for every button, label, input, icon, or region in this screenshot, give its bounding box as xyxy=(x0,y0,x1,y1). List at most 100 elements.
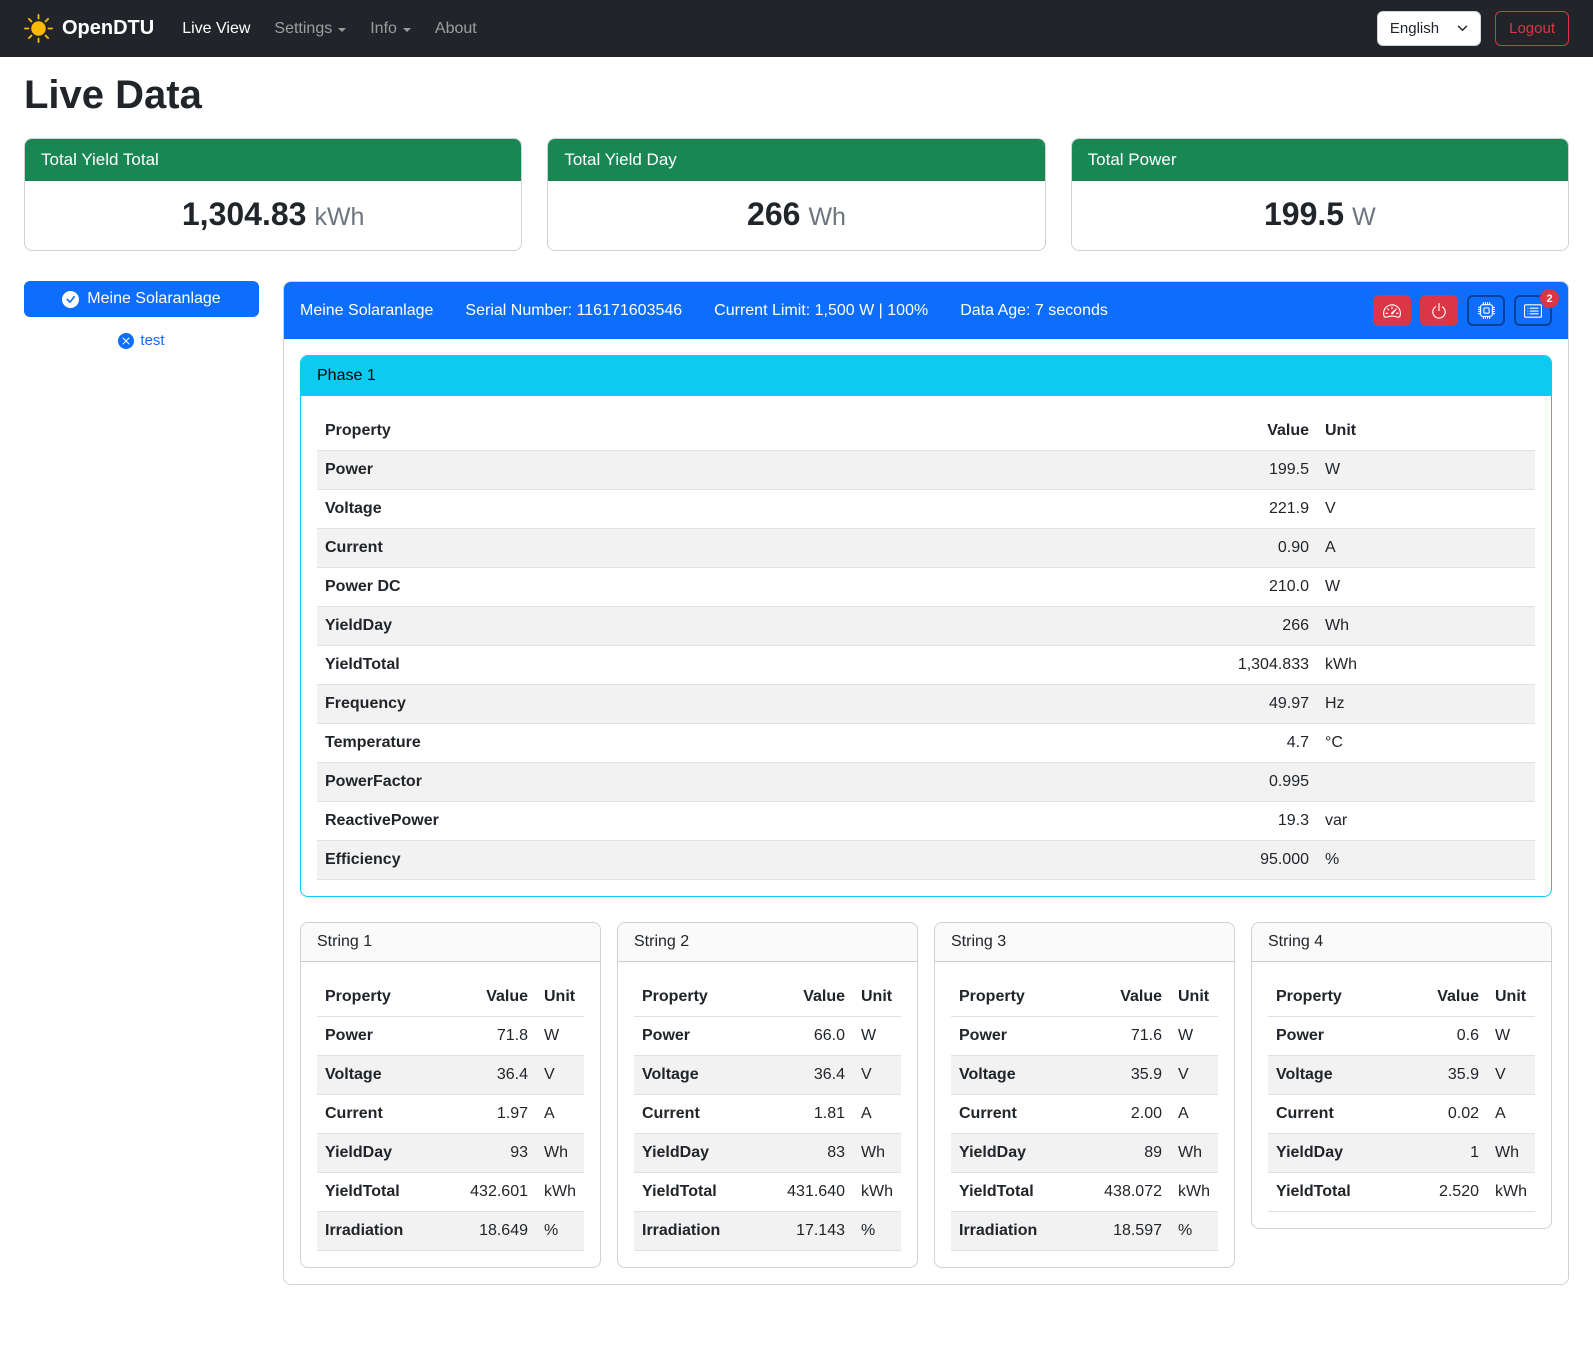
summary-card-unit: W xyxy=(1352,203,1376,231)
row-value: 210.0 xyxy=(915,568,1317,607)
row-value: 1,304.833 xyxy=(915,646,1317,685)
summary-card-title: Total Power xyxy=(1072,139,1568,181)
phase-table-row: YieldTotal 1,304.833 kWh xyxy=(317,646,1535,685)
row-value: 266 xyxy=(915,607,1317,646)
row-unit: kWh xyxy=(853,1173,901,1212)
brand[interactable]: OpenDTU xyxy=(24,14,154,43)
string-table-row: Irradiation 18.597 % xyxy=(951,1212,1218,1251)
row-value: 431.640 xyxy=(757,1173,853,1212)
row-value: 199.5 xyxy=(915,451,1317,490)
row-value: 0.02 xyxy=(1402,1095,1487,1134)
phase-table-row: YieldDay 266 Wh xyxy=(317,607,1535,646)
row-property: ReactivePower xyxy=(317,802,915,841)
string-table-row: Voltage 35.9 V xyxy=(951,1056,1218,1095)
inverter-data-age: Data Age: 7 seconds xyxy=(960,302,1108,320)
row-value: 66.0 xyxy=(757,1017,853,1056)
summary-card-title: Total Yield Total xyxy=(25,139,521,181)
row-property: YieldTotal xyxy=(951,1173,1074,1212)
row-value: 0.995 xyxy=(915,763,1317,802)
row-unit: V xyxy=(536,1056,584,1095)
row-value: 35.9 xyxy=(1402,1056,1487,1095)
row-unit: % xyxy=(1170,1212,1218,1251)
string-table-row: YieldTotal 2.520 kWh xyxy=(1268,1173,1535,1212)
row-property: YieldTotal xyxy=(317,646,915,685)
row-value: 221.9 xyxy=(915,490,1317,529)
nav-item-settings[interactable]: Settings xyxy=(266,12,354,46)
nav-right: English Logout xyxy=(1377,11,1569,46)
column-header-unit: Unit xyxy=(536,978,584,1017)
row-value: 93 xyxy=(440,1134,536,1173)
row-property: Voltage xyxy=(317,490,915,529)
row-unit xyxy=(1317,763,1535,802)
row-unit: W xyxy=(1170,1017,1218,1056)
chevron-down-icon xyxy=(1457,25,1468,32)
string-table-row: Irradiation 18.649 % xyxy=(317,1212,584,1251)
row-property: Irradiation xyxy=(951,1212,1074,1251)
string-table-row: YieldDay 93 Wh xyxy=(317,1134,584,1173)
row-value: 0.6 xyxy=(1402,1017,1487,1056)
string-card-1: String 1 Property Value Unit xyxy=(300,922,601,1268)
string-card-3: String 3 Property Value Unit xyxy=(934,922,1235,1268)
string-table-row: YieldDay 89 Wh xyxy=(951,1134,1218,1173)
language-select-value: English xyxy=(1390,20,1439,37)
inverter-card-body: Phase 1 Property Value Unit xyxy=(284,339,1568,1284)
device-info-button[interactable] xyxy=(1467,295,1505,326)
row-unit: W xyxy=(1317,568,1535,607)
string-table: Property Value Unit Power xyxy=(1268,978,1535,1212)
row-property: Current xyxy=(1268,1095,1402,1134)
language-select[interactable]: English xyxy=(1377,11,1481,46)
inverter-test-label: test xyxy=(140,332,164,349)
power-toggle-button[interactable] xyxy=(1420,295,1458,326)
inverter-select-button-test[interactable]: test xyxy=(24,332,259,349)
logout-button[interactable]: Logout xyxy=(1495,11,1569,46)
string-body: Property Value Unit Power xyxy=(1252,962,1551,1228)
phase-table-row: Power DC 210.0 W xyxy=(317,568,1535,607)
row-property: Power xyxy=(951,1017,1074,1056)
x-circle-icon xyxy=(118,333,134,349)
row-property: Power xyxy=(317,1017,440,1056)
row-property: YieldDay xyxy=(951,1134,1074,1173)
limit-settings-button[interactable] xyxy=(1373,295,1411,326)
string-table-row: Voltage 36.4 V xyxy=(317,1056,584,1095)
inverter-serial: Serial Number: 116171603546 xyxy=(465,302,682,320)
phase-table: Property Value Unit Power xyxy=(317,412,1535,880)
power-icon xyxy=(1430,302,1448,320)
row-unit: W xyxy=(1317,451,1535,490)
row-value: 71.6 xyxy=(1074,1017,1170,1056)
event-log-button[interactable]: 2 xyxy=(1514,295,1552,326)
row-property: YieldDay xyxy=(634,1134,757,1173)
column-header-property: Property xyxy=(951,978,1074,1017)
column-header-value: Value xyxy=(1402,978,1487,1017)
phase-table-row: Current 0.90 A xyxy=(317,529,1535,568)
string-body: Property Value Unit Power xyxy=(301,962,600,1267)
row-property: Current xyxy=(634,1095,757,1134)
row-value: 438.072 xyxy=(1074,1173,1170,1212)
string-table-row: YieldTotal 431.640 kWh xyxy=(634,1173,901,1212)
string-table-row: Voltage 35.9 V xyxy=(1268,1056,1535,1095)
summary-card-total-power: Total Power 199.5W xyxy=(1071,138,1569,251)
row-unit: kWh xyxy=(536,1173,584,1212)
nav-item-about[interactable]: About xyxy=(427,12,485,46)
summary-card-total-yield-total: Total Yield Total 1,304.83kWh xyxy=(24,138,522,251)
column-header-value: Value xyxy=(915,412,1317,451)
nav-item-live-view[interactable]: Live View xyxy=(174,12,258,46)
summary-card-value: 266 xyxy=(747,196,800,232)
inverter-select-button-meine-solaranlage[interactable]: Meine Solaranlage xyxy=(24,281,259,317)
row-unit: °C xyxy=(1317,724,1535,763)
row-property: Current xyxy=(317,1095,440,1134)
phase-table-row: Frequency 49.97 Hz xyxy=(317,685,1535,724)
phase-title: Phase 1 xyxy=(301,356,1551,396)
nav-item-info[interactable]: Info xyxy=(362,12,419,46)
string-title: String 4 xyxy=(1252,923,1551,962)
summary-card-unit: Wh xyxy=(808,203,846,231)
column-header-unit: Unit xyxy=(1487,978,1535,1017)
string-table-row: YieldDay 83 Wh xyxy=(634,1134,901,1173)
phase-table-row: Power 199.5 W xyxy=(317,451,1535,490)
row-value: 1 xyxy=(1402,1134,1487,1173)
row-property: Power xyxy=(634,1017,757,1056)
row-unit: Wh xyxy=(853,1134,901,1173)
row-unit: V xyxy=(1170,1056,1218,1095)
string-table: Property Value Unit Power xyxy=(634,978,901,1251)
string-card-4: String 4 Property Value Unit xyxy=(1251,922,1552,1229)
row-value: 18.597 xyxy=(1074,1212,1170,1251)
